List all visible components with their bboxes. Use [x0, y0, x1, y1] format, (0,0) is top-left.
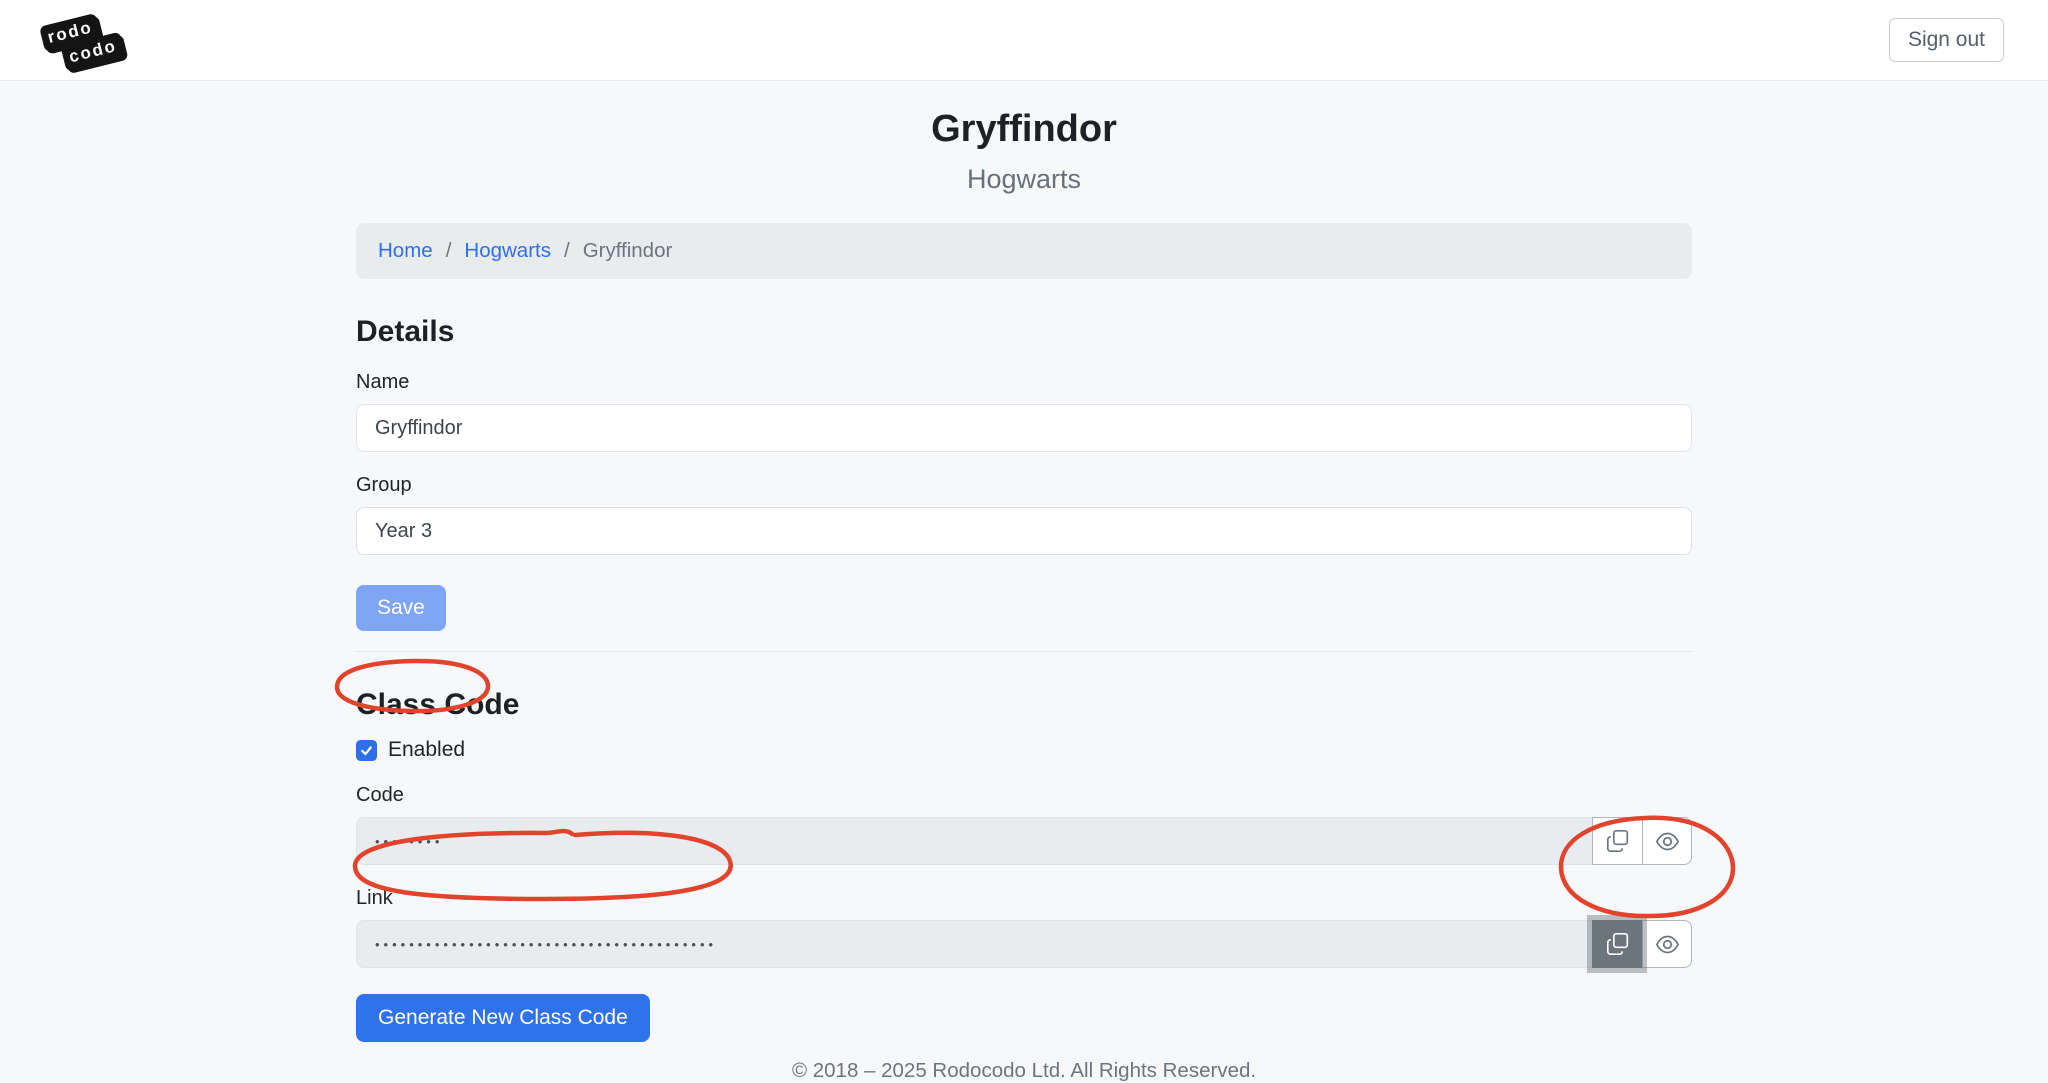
- copyright-footer: © 2018 – 2025 Rodocodo Ltd. All Rights R…: [356, 1059, 1692, 1083]
- code-input-group: [356, 817, 1692, 865]
- group-input[interactable]: [356, 507, 1692, 555]
- code-copy-button[interactable]: [1592, 817, 1642, 865]
- page-title: Gryffindor: [0, 108, 2048, 151]
- page-subtitle: Hogwarts: [0, 164, 2048, 195]
- link-copy-button[interactable]: [1592, 920, 1642, 968]
- checkmark-icon: [359, 743, 374, 758]
- enabled-checkbox[interactable]: [356, 740, 377, 761]
- top-navbar: rodo codo Sign out: [0, 0, 2048, 81]
- generate-new-class-code-button[interactable]: Generate New Class Code: [356, 994, 650, 1042]
- copy-icon: [1606, 932, 1630, 956]
- class-code-heading: Class Code: [356, 688, 1692, 722]
- code-reveal-button[interactable]: [1642, 817, 1692, 865]
- link-field-label: Link: [356, 887, 1692, 910]
- code-field-label: Code: [356, 784, 1692, 807]
- breadcrumb-separator: /: [564, 239, 570, 263]
- code-masked-input[interactable]: [356, 817, 1592, 865]
- breadcrumb-home-link[interactable]: Home: [378, 239, 433, 263]
- link-input-group: [356, 920, 1692, 968]
- copy-icon: [1606, 829, 1630, 853]
- group-field-label: Group: [356, 474, 1692, 497]
- breadcrumb-hogwarts-link[interactable]: Hogwarts: [464, 239, 551, 263]
- save-button[interactable]: Save: [356, 585, 446, 631]
- eye-icon: [1655, 829, 1680, 854]
- enabled-checkbox-label: Enabled: [388, 738, 465, 762]
- breadcrumb-separator: /: [446, 239, 452, 263]
- link-masked-input[interactable]: [356, 920, 1592, 968]
- name-input[interactable]: [356, 404, 1692, 452]
- section-divider: [356, 651, 1692, 652]
- eye-icon: [1655, 932, 1680, 957]
- breadcrumb: Home / Hogwarts / Gryffindor: [356, 223, 1692, 279]
- link-reveal-button[interactable]: [1642, 920, 1692, 968]
- details-heading: Details: [356, 315, 1692, 349]
- sign-out-button[interactable]: Sign out: [1889, 18, 2004, 62]
- breadcrumb-current-page: Gryffindor: [583, 239, 673, 263]
- rodocodo-logo[interactable]: rodo codo: [39, 8, 125, 75]
- enabled-checkbox-row: Enabled: [356, 738, 1692, 762]
- name-field-label: Name: [356, 371, 1692, 394]
